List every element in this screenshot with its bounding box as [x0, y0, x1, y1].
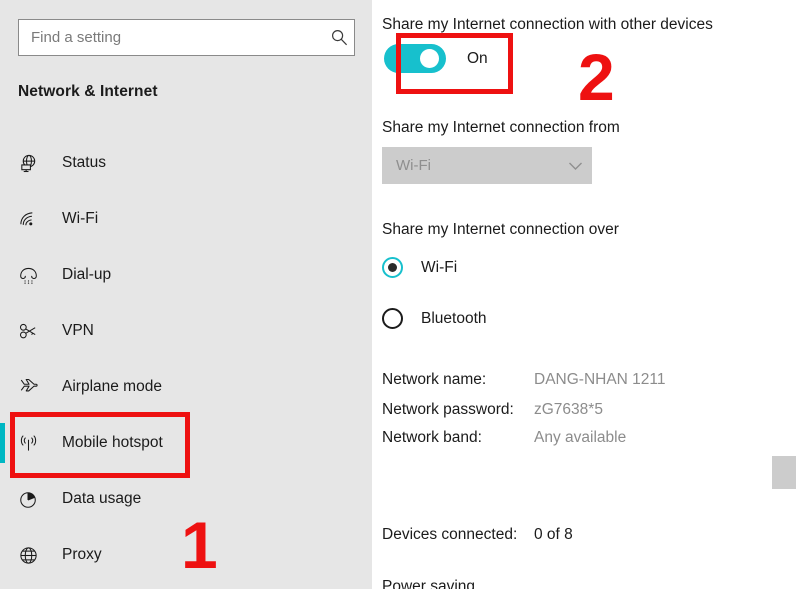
- page-title: Network & Internet: [18, 83, 158, 100]
- globe-icon: [18, 545, 48, 566]
- radio-option-wifi[interactable]: Wi-Fi: [382, 257, 457, 278]
- devices-connected-label: Devices connected:: [382, 526, 518, 543]
- sidebar-item-mobile-hotspot[interactable]: Mobile hotspot: [0, 415, 372, 471]
- selection-indicator: [0, 479, 5, 519]
- devices-connected-row: Devices connected: 0 of 8: [382, 526, 573, 544]
- sidebar-item-dialup[interactable]: Dial-up: [0, 247, 372, 303]
- selection-indicator: [0, 311, 5, 351]
- radio-option-bluetooth[interactable]: Bluetooth: [382, 308, 487, 329]
- wifi-icon: [18, 209, 48, 230]
- hotspot-antenna-icon: [18, 433, 48, 454]
- dialup-phone-icon: [18, 265, 48, 286]
- vpn-key-icon: [18, 321, 48, 342]
- share-from-dropdown[interactable]: Wi-Fi: [382, 147, 592, 184]
- sidebar-item-vpn[interactable]: VPN: [0, 303, 372, 359]
- detail-key: Network name:: [382, 371, 487, 388]
- share-internet-toggle[interactable]: [384, 44, 446, 73]
- settings-window: Network & Internet Status: [0, 0, 796, 589]
- cut-off-section-label: Power saving: [382, 578, 476, 589]
- selection-indicator: [0, 143, 5, 183]
- sidebar-item-label: Wi-Fi: [62, 210, 99, 227]
- detail-key: Network password:: [382, 401, 514, 418]
- radio-option-label: Bluetooth: [421, 309, 487, 327]
- share-over-label: Share my Internet connection over: [382, 221, 619, 238]
- sidebar-item-label: Mobile hotspot: [62, 434, 163, 451]
- radio-option-label: Wi-Fi: [421, 258, 458, 276]
- sidebar-item-proxy[interactable]: Proxy: [0, 527, 372, 583]
- sidebar-item-label: VPN: [62, 322, 94, 339]
- radio-icon[interactable]: [382, 308, 403, 329]
- toggle-knob: [420, 49, 439, 68]
- sidebar-nav: Status Wi-Fi Dial-up VPN Airplane mode M…: [0, 135, 372, 583]
- detail-row-network-band: Network band: Any available: [382, 429, 626, 447]
- main-panel: Share my Internet connection with other …: [372, 0, 796, 589]
- detail-row-network-name: Network name: DANG-NHAN 1211: [382, 371, 666, 389]
- sidebar-item-label: Data usage: [62, 490, 142, 507]
- edit-button[interactable]: Edit: [772, 456, 796, 489]
- sidebar-item-label: Dial-up: [62, 266, 112, 283]
- sidebar-item-label: Airplane mode: [62, 378, 162, 395]
- sidebar-item-wifi[interactable]: Wi-Fi: [0, 191, 372, 247]
- selection-indicator: [0, 535, 5, 575]
- sidebar-item-label: Proxy: [62, 546, 102, 563]
- search-icon[interactable]: [324, 29, 354, 46]
- selection-indicator: [0, 423, 5, 463]
- sidebar-item-status[interactable]: Status: [0, 135, 372, 191]
- chevron-down-icon[interactable]: [558, 161, 592, 171]
- sidebar-item-label: Status: [62, 154, 106, 171]
- sidebar: Network & Internet Status: [0, 0, 372, 589]
- search-input[interactable]: [19, 20, 324, 55]
- devices-connected-value: 0 of 8: [534, 526, 573, 543]
- detail-key: Network band:: [382, 429, 482, 446]
- share-from-label: Share my Internet connection from: [382, 119, 620, 136]
- selection-indicator: [0, 199, 5, 239]
- airplane-icon: [18, 377, 48, 398]
- detail-value: DANG-NHAN 1211: [534, 371, 666, 388]
- detail-value: Any available: [534, 429, 627, 446]
- share-from-selected-value: Wi-Fi: [396, 157, 431, 174]
- sidebar-item-data-usage[interactable]: Data usage: [0, 471, 372, 527]
- detail-row-network-password: Network password: zG7638*5: [382, 401, 603, 419]
- pie-chart-icon: [18, 489, 48, 510]
- detail-value: zG7638*5: [534, 401, 603, 418]
- toggle-state-label: On: [467, 49, 488, 67]
- search-box[interactable]: [18, 19, 355, 56]
- sidebar-item-airplane-mode[interactable]: Airplane mode: [0, 359, 372, 415]
- globe-monitor-icon: [18, 153, 48, 174]
- selection-indicator: [0, 367, 5, 407]
- share-toggle-row[interactable]: On: [384, 44, 488, 73]
- selection-indicator: [0, 255, 5, 295]
- share-heading: Share my Internet connection with other …: [382, 16, 713, 33]
- radio-icon[interactable]: [382, 257, 403, 278]
